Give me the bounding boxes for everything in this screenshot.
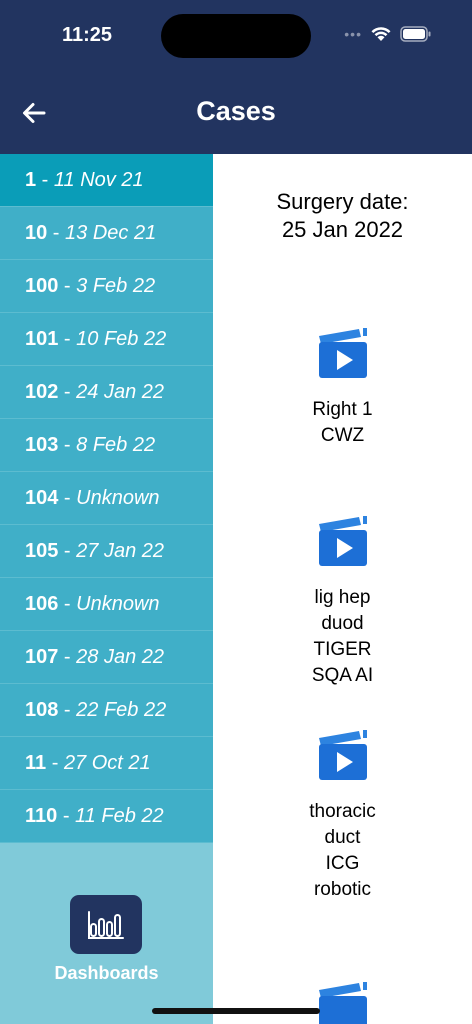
video-title: lig hep duod TIGER SQA AI	[311, 587, 374, 686]
case-separator: -	[36, 168, 54, 191]
case-date: 10 Feb 22	[76, 327, 167, 350]
case-list-item[interactable]: 102 - 24 Jan 22	[0, 366, 213, 419]
case-detail-panel: Surgery date: 25 Jan 2022 Right 1 CWZ li…	[213, 154, 472, 1024]
case-date: 24 Jan 22	[76, 380, 165, 403]
case-separator: -	[58, 486, 77, 509]
status-time: 11:25	[62, 24, 113, 46]
video-title: Right 1 CWZ	[312, 399, 373, 446]
case-date: 22 Feb 22	[76, 698, 167, 721]
case-number: 102	[25, 380, 59, 403]
case-date: 13 Dec 21	[65, 221, 157, 244]
case-separator: -	[58, 645, 77, 668]
dashboards-label: Dashboards	[54, 963, 159, 983]
case-list-item[interactable]: 101 - 10 Feb 22	[0, 313, 213, 366]
video-clip-icon	[315, 980, 371, 1024]
page-title: Cases	[196, 96, 276, 126]
home-indicator	[152, 1008, 320, 1014]
case-number: 110	[25, 804, 58, 827]
case-number: 106	[25, 592, 59, 615]
case-list-item[interactable]: 110 - 11 Feb 22	[0, 790, 213, 843]
surgery-date-block: Surgery date: 25 Jan 2022	[213, 188, 472, 244]
case-list-item[interactable]: 103 - 8 Feb 22	[0, 419, 213, 472]
case-date: 28 Jan 22	[76, 645, 165, 668]
case-number: 107	[25, 645, 59, 668]
case-separator: -	[58, 274, 77, 297]
case-date: Unknown	[76, 486, 160, 509]
cases-sidebar: 1 - 11 Nov 21 10 - 13 Dec 21 100 - 3 Feb 2…	[0, 154, 213, 1024]
case-number: 100	[25, 274, 59, 297]
surgery-date-label: Surgery date:	[276, 189, 409, 214]
case-list-item[interactable]: 1 - 11 Nov 21	[0, 154, 213, 207]
case-list-item[interactable]: 10 - 13 Dec 21	[0, 207, 213, 260]
wifi-icon	[370, 26, 392, 42]
case-date: 27 Jan 22	[76, 539, 165, 562]
case-separator: -	[58, 433, 77, 456]
case-date: 11 Nov 21	[53, 168, 144, 191]
case-number: 105	[25, 539, 59, 562]
signal-dots: •••	[344, 26, 362, 42]
video-clip-icon	[315, 326, 371, 382]
case-date: 8 Feb 22	[76, 433, 156, 456]
case-date: 3 Feb 22	[76, 274, 156, 297]
case-date: Unknown	[76, 592, 160, 615]
video-item[interactable]: lig hep duod TIGER SQA AI	[213, 514, 472, 689]
case-separator: -	[57, 804, 76, 827]
case-list-item[interactable]: 106 - Unknown	[0, 578, 213, 631]
video-clip-icon	[315, 728, 371, 784]
case-separator: -	[47, 221, 66, 244]
case-separator: -	[58, 327, 77, 350]
case-list-item[interactable]: 108 - 22 Feb 22	[0, 684, 213, 737]
case-number: 108	[25, 698, 59, 721]
video-clip-icon	[315, 514, 371, 570]
case-list-item[interactable]: 107 - 28 Jan 22	[0, 631, 213, 684]
case-date: 27 Oct 21	[63, 751, 151, 774]
case-list-item[interactable]: 105 - 27 Jan 22	[0, 525, 213, 578]
video-item[interactable]	[213, 980, 472, 1024]
case-number: 104	[25, 486, 59, 509]
case-separator: -	[58, 698, 77, 721]
dashboards-button[interactable]	[70, 895, 142, 954]
case-separator: -	[58, 592, 77, 615]
case-separator: -	[58, 380, 77, 403]
case-date: 11 Feb 22	[75, 804, 164, 827]
case-list-item[interactable]: 100 - 3 Feb 22	[0, 260, 213, 313]
video-item[interactable]: Right 1 CWZ	[213, 326, 472, 449]
case-list-item[interactable]: 104 - Unknown	[0, 472, 213, 525]
app-header: 11:25 ••• Cases	[0, 0, 472, 154]
case-list-item[interactable]: 11 - 27 Oct 21	[0, 737, 213, 790]
case-separator: -	[46, 751, 64, 774]
case-number: 11	[25, 751, 47, 774]
battery-icon	[400, 26, 432, 42]
case-number: 103	[25, 433, 59, 456]
case-number: 10	[25, 221, 48, 244]
video-item[interactable]: thoracic duct ICG robotic	[213, 728, 472, 903]
case-number: 101	[25, 327, 59, 350]
bar-chart-icon	[88, 910, 124, 939]
case-list: 1 - 11 Nov 21 10 - 13 Dec 21 100 - 3 Feb 2…	[0, 154, 213, 843]
surgery-date-value: 25 Jan 2022	[281, 217, 404, 242]
case-separator: -	[58, 539, 77, 562]
case-number: 1	[25, 168, 37, 191]
video-title: thoracic duct ICG robotic	[309, 801, 376, 900]
dynamic-island	[161, 14, 311, 58]
status-icons: •••	[344, 26, 432, 42]
